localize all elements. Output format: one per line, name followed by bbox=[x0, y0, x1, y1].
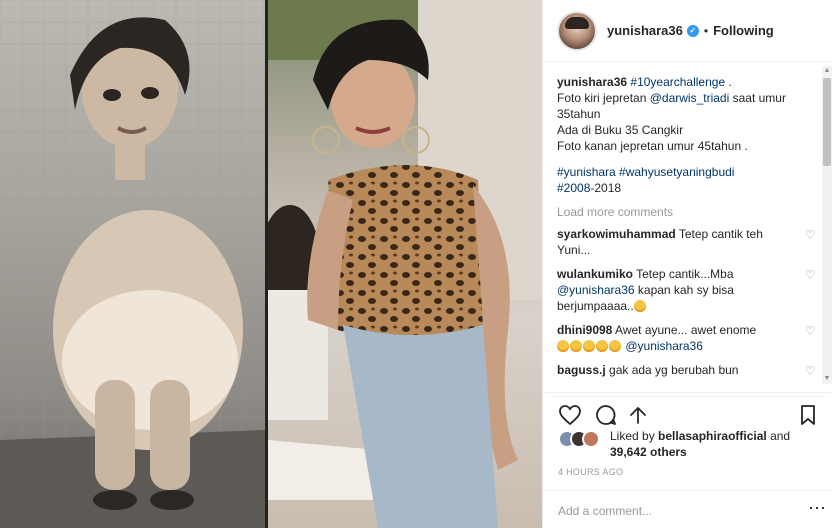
caption-text: Foto kanan jepretan umur 45tahun . bbox=[557, 139, 748, 153]
comment-text: Tetep cantik...Mba bbox=[633, 267, 734, 281]
add-comment-bar: ⋯ bbox=[542, 490, 832, 528]
comment-icon[interactable] bbox=[594, 403, 618, 427]
caption-text: 35tahun bbox=[557, 107, 601, 121]
comment-text: Awet ayune... awet enome bbox=[612, 323, 757, 337]
following-button[interactable]: Following bbox=[713, 23, 774, 38]
scrollbar-thumb[interactable] bbox=[823, 78, 831, 166]
likes-prefix: Liked by bbox=[610, 429, 659, 443]
photo-left-bw bbox=[0, 0, 265, 528]
comment-username[interactable]: wulankumiko bbox=[557, 267, 633, 281]
liker-avatars bbox=[558, 430, 608, 448]
caption-text: . bbox=[725, 75, 732, 89]
post-timestamp[interactable]: 4 HOURS AGO bbox=[558, 467, 623, 477]
comment-item: syarkowimuhammad Tetep cantik teh Yuni..… bbox=[557, 226, 817, 258]
caption-text: -2018 bbox=[590, 181, 622, 195]
post-image[interactable] bbox=[0, 0, 542, 528]
heart-icon[interactable]: ♡ bbox=[805, 365, 817, 377]
comment-item: dhini9098 Awet ayune... awet enome @yuni… bbox=[557, 322, 817, 354]
header-separator: • bbox=[703, 23, 709, 38]
avatar bbox=[582, 430, 600, 448]
comment-username[interactable]: baguss.j bbox=[557, 363, 606, 377]
more-options-icon[interactable]: ⋯ bbox=[808, 499, 826, 517]
verified-badge-icon: ✓ bbox=[686, 24, 699, 37]
bookmark-save-icon[interactable] bbox=[796, 403, 820, 427]
likes-text: Liked by bellasaphiraofficial and 39,642… bbox=[610, 428, 820, 460]
post-header: yunishara36 ✓ • Following bbox=[543, 0, 832, 62]
caption-text: Ada di Buku 35 Cangkir bbox=[557, 123, 684, 137]
likes-count[interactable]: 39,642 others bbox=[610, 445, 687, 459]
comment-username[interactable]: dhini9098 bbox=[557, 323, 612, 337]
comment-item: wulankumiko Tetep cantik...Mba @yunishar… bbox=[557, 266, 817, 314]
caption-text: Foto kiri jepretan bbox=[557, 91, 650, 105]
likes-summary: Liked by bellasaphiraofficial and 39,642… bbox=[558, 428, 818, 462]
comments-scrollbar[interactable]: ▲ ▼ bbox=[822, 66, 832, 384]
divider bbox=[542, 392, 832, 393]
hashtag-link[interactable]: #2008 bbox=[557, 181, 590, 195]
post-caption: yunishara36 #10yearchallenge . Foto kiri… bbox=[557, 74, 817, 196]
like-heart-icon[interactable] bbox=[558, 403, 582, 427]
caption-username[interactable]: yunishara36 bbox=[557, 75, 627, 89]
share-icon[interactable] bbox=[626, 403, 650, 427]
emoji-icon bbox=[570, 340, 582, 352]
liker-username[interactable]: bellasaphiraofficial bbox=[658, 429, 767, 443]
mention-link[interactable]: @yunishara36 bbox=[557, 283, 635, 297]
scroll-up-arrow-icon[interactable]: ▲ bbox=[822, 66, 832, 76]
hashtag-link[interactable]: #yunishara #wahyusetyaningbudi bbox=[557, 164, 817, 180]
emoji-icon bbox=[557, 340, 569, 352]
add-comment-input[interactable] bbox=[558, 501, 778, 521]
author-avatar[interactable] bbox=[557, 10, 597, 51]
photo-right-color bbox=[268, 0, 542, 528]
caption-text: saat umur bbox=[729, 91, 786, 105]
heart-icon[interactable]: ♡ bbox=[805, 229, 817, 241]
load-more-comments-button[interactable]: Load more comments bbox=[557, 204, 817, 220]
likes-mid: and bbox=[766, 429, 791, 443]
scroll-down-arrow-icon[interactable]: ▼ bbox=[822, 374, 832, 384]
heart-icon[interactable]: ♡ bbox=[805, 325, 817, 337]
mention-link[interactable]: @darwis_triadi bbox=[650, 91, 730, 105]
left-photo-illustration bbox=[0, 0, 265, 528]
heart-icon[interactable]: ♡ bbox=[805, 269, 817, 281]
author-username[interactable]: yunishara36 bbox=[607, 23, 683, 38]
emoji-icon bbox=[596, 340, 608, 352]
comment-username[interactable]: syarkowimuhammad bbox=[557, 227, 676, 241]
comment-text: gak ada yg berubah bun bbox=[605, 363, 739, 377]
emoji-icon bbox=[633, 300, 646, 312]
hashtag-link[interactable]: #10yearchallenge bbox=[630, 75, 725, 89]
emoji-icon bbox=[583, 340, 595, 352]
right-photo-illustration bbox=[268, 0, 542, 528]
mention-link[interactable]: @yunishara36 bbox=[625, 339, 703, 353]
post-action-bar bbox=[554, 396, 824, 426]
comment-item: baguss.j gak ada yg berubah bun ♡ bbox=[557, 362, 817, 378]
emoji-icon bbox=[609, 340, 621, 352]
comments-list: yunishara36 #10yearchallenge . Foto kiri… bbox=[557, 74, 817, 384]
